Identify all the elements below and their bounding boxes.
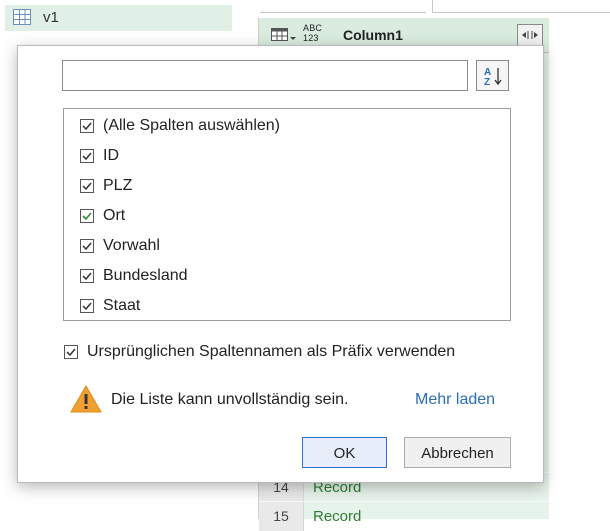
table-icon — [13, 9, 31, 30]
expand-column-icon[interactable] — [517, 24, 543, 46]
checkbox-icon[interactable] — [80, 269, 94, 283]
query-item-v1[interactable]: v1 — [5, 5, 232, 31]
column-type-badge: ABC 123 — [303, 23, 322, 43]
column-label: Staat — [103, 297, 141, 314]
query-name: v1 — [43, 9, 59, 26]
checkbox-icon[interactable] — [64, 345, 78, 359]
type-badge-123: 123 — [303, 33, 319, 43]
column-label: ID — [103, 147, 119, 164]
checkbox-icon[interactable] — [80, 239, 94, 253]
list-item[interactable]: Bundesland — [80, 263, 188, 289]
column-label: PLZ — [103, 177, 133, 194]
list-item[interactable]: Staat — [80, 293, 140, 319]
row-value[interactable]: Record — [313, 502, 361, 531]
table-row[interactable]: 15 Record — [259, 501, 549, 531]
prefix-label: Ursprünglichen Spaltennamen als Präfix v… — [87, 343, 456, 360]
warning-icon — [69, 384, 103, 419]
checkbox-icon[interactable] — [80, 149, 94, 163]
svg-text:Z: Z — [484, 77, 490, 87]
column-label: Ort — [103, 207, 126, 224]
search-input[interactable] — [62, 60, 468, 91]
load-more-link[interactable]: Mehr laden — [415, 391, 495, 409]
list-item[interactable]: ID — [80, 143, 119, 169]
type-badge-abc: ABC — [303, 23, 323, 33]
list-item[interactable]: (Alle Spalten auswählen) — [80, 113, 280, 139]
formula-bar-edge-right — [432, 0, 610, 13]
prefix-option[interactable]: Ursprünglichen Spaltennamen als Präfix v… — [64, 343, 455, 361]
sort-az-button[interactable]: A Z — [476, 60, 509, 91]
column-label: Vorwahl — [103, 237, 160, 254]
list-item[interactable]: Vorwahl — [80, 233, 160, 259]
expand-columns-dialog: A Z (Alle Spalten auswählen) ID PLZ Ort … — [17, 45, 544, 483]
column-label: (Alle Spalten auswählen) — [103, 117, 280, 134]
row-number: 15 — [259, 502, 304, 531]
list-item[interactable]: Ort — [80, 203, 125, 229]
sort-az-icon: A Z — [484, 67, 502, 87]
checkbox-icon[interactable] — [80, 299, 94, 313]
warning-text: Die Liste kann unvollständig sein. — [111, 391, 349, 408]
checkbox-icon[interactable] — [80, 119, 94, 133]
column-label: Bundesland — [103, 267, 188, 284]
list-item[interactable]: PLZ — [80, 173, 132, 199]
checkbox-icon[interactable] — [80, 179, 94, 193]
checkbox-icon[interactable] — [80, 209, 94, 223]
column-list: (Alle Spalten auswählen) ID PLZ Ort Vorw… — [63, 108, 511, 321]
ok-button[interactable]: OK — [302, 437, 387, 468]
formula-bar-edge — [260, 0, 426, 13]
cancel-button[interactable]: Abbrechen — [404, 437, 511, 468]
column-name: Column1 — [343, 27, 403, 43]
